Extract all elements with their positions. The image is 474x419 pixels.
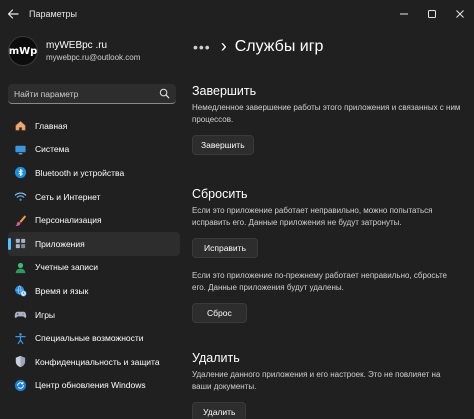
title-bar: Параметры: [0, 0, 474, 28]
apps-icon: [13, 237, 27, 251]
sidebar-item-apps[interactable]: Приложения: [8, 231, 180, 256]
search-input[interactable]: [14, 84, 154, 103]
breadcrumb: ••• › Службы игр: [193, 36, 323, 57]
terminate-button[interactable]: Завершить: [192, 135, 254, 155]
sidebar-item-label: Игры: [35, 309, 56, 320]
uninstall-description: Удаление данного приложения и его настро…: [192, 370, 441, 391]
terminate-title: Завершить: [192, 84, 257, 98]
sidebar-item-accessibility[interactable]: Специальные возможности: [8, 326, 180, 350]
gamepad-icon: [13, 308, 27, 322]
uninstall-button[interactable]: Удалить: [192, 402, 247, 419]
update-icon: [13, 378, 27, 392]
sidebar-item-network[interactable]: Сеть и Интернет: [8, 185, 180, 209]
back-button[interactable]: [2, 3, 24, 25]
sidebar-item-personalization[interactable]: Персонализация: [8, 208, 180, 232]
sidebar-item-system[interactable]: Система: [8, 138, 180, 162]
uninstall-title: Удалить: [192, 351, 240, 365]
sidebar-item-label: Персонализация: [35, 215, 102, 226]
sidebar-item-label: Центр обновления Windows: [35, 380, 146, 391]
repair-button[interactable]: Исправить: [192, 238, 259, 258]
profile-email: mywebpc.ru@outlook.com: [46, 53, 141, 62]
repair-description: Если это приложение работает неправильно…: [192, 206, 433, 227]
search-icon[interactable]: [159, 88, 170, 99]
shield-icon: [13, 355, 27, 369]
maximize-icon: [428, 10, 436, 18]
sidebar-item-gaming[interactable]: Игры: [8, 303, 180, 327]
sidebar-item-label: Bluetooth и устройства: [35, 167, 125, 178]
terminate-section: Завершить Немедленное завершение работы …: [192, 84, 462, 155]
reset-section: Сбросить Если это приложение работает не…: [192, 187, 462, 323]
close-button[interactable]: [446, 0, 474, 28]
user-profile[interactable]: mWp myWEBpc .ru mywebpc.ru@outlook.com: [8, 36, 140, 66]
globe-clock-icon: [13, 284, 27, 298]
sidebar-item-label: Приложения: [35, 238, 85, 249]
uninstall-section: Удалить Удаление данного приложения и ег…: [192, 351, 462, 419]
sidebar-item-bluetooth[interactable]: Bluetooth и устройства: [8, 161, 180, 185]
window-title: Параметры: [29, 9, 77, 19]
terminate-description: Немедленное завершение работы этого прил…: [192, 103, 461, 124]
sidebar-item-home[interactable]: Главная: [8, 114, 180, 138]
main-content: ••• › Службы игр Завершить Немедленное з…: [185, 28, 474, 419]
sidebar-item-label: Учетные записи: [35, 262, 99, 273]
sidebar-item-time-language[interactable]: Время и язык: [8, 279, 180, 303]
breadcrumb-more-button[interactable]: •••: [193, 39, 211, 55]
profile-name: myWEBpc .ru: [46, 40, 108, 51]
reset-title: Сбросить: [192, 187, 248, 201]
sidebar-item-label: Время и язык: [35, 285, 89, 296]
sidebar-item-label: Конфиденциальность и защита: [35, 356, 160, 367]
sidebar-item-privacy[interactable]: Конфиденциальность и защита: [8, 350, 180, 374]
brush-icon: [13, 213, 27, 227]
chevron-right-icon: ›: [220, 36, 227, 56]
sidebar-item-accounts[interactable]: Учетные записи: [8, 256, 180, 280]
sidebar-item-label: Сеть и Интернет: [35, 191, 101, 202]
user-icon: [13, 260, 27, 274]
page-title: Службы игр: [234, 37, 324, 55]
home-icon: [13, 119, 27, 133]
sidebar-item-label: Система: [35, 144, 70, 155]
profile-text: myWEBpc .ru mywebpc.ru@outlook.com: [46, 40, 140, 62]
minimize-icon: [400, 13, 408, 15]
reset-description: Если это приложение по-прежнему работает…: [192, 271, 447, 292]
maximize-button[interactable]: [418, 0, 446, 28]
bluetooth-icon: [13, 166, 27, 180]
minimize-button[interactable]: [390, 0, 418, 28]
accessibility-icon: [13, 331, 27, 345]
sidebar-nav: Главная Система Bluetooth и устройства С…: [8, 114, 180, 397]
search-box: [8, 84, 176, 104]
sidebar-item-label: Специальные возможности: [35, 333, 144, 344]
window-controls: [390, 0, 474, 28]
sidebar-item-label: Главная: [35, 120, 68, 131]
reset-button[interactable]: Сброс: [192, 303, 247, 323]
arrow-left-icon: [7, 9, 19, 19]
avatar: mWp: [8, 36, 38, 66]
wifi-icon: [13, 190, 27, 204]
sidebar: mWp myWEBpc .ru mywebpc.ru@outlook.com Г…: [0, 28, 185, 419]
monitor-icon: [13, 142, 27, 156]
sidebar-item-windows-update[interactable]: Центр обновления Windows: [8, 374, 180, 398]
close-icon: [456, 10, 464, 18]
